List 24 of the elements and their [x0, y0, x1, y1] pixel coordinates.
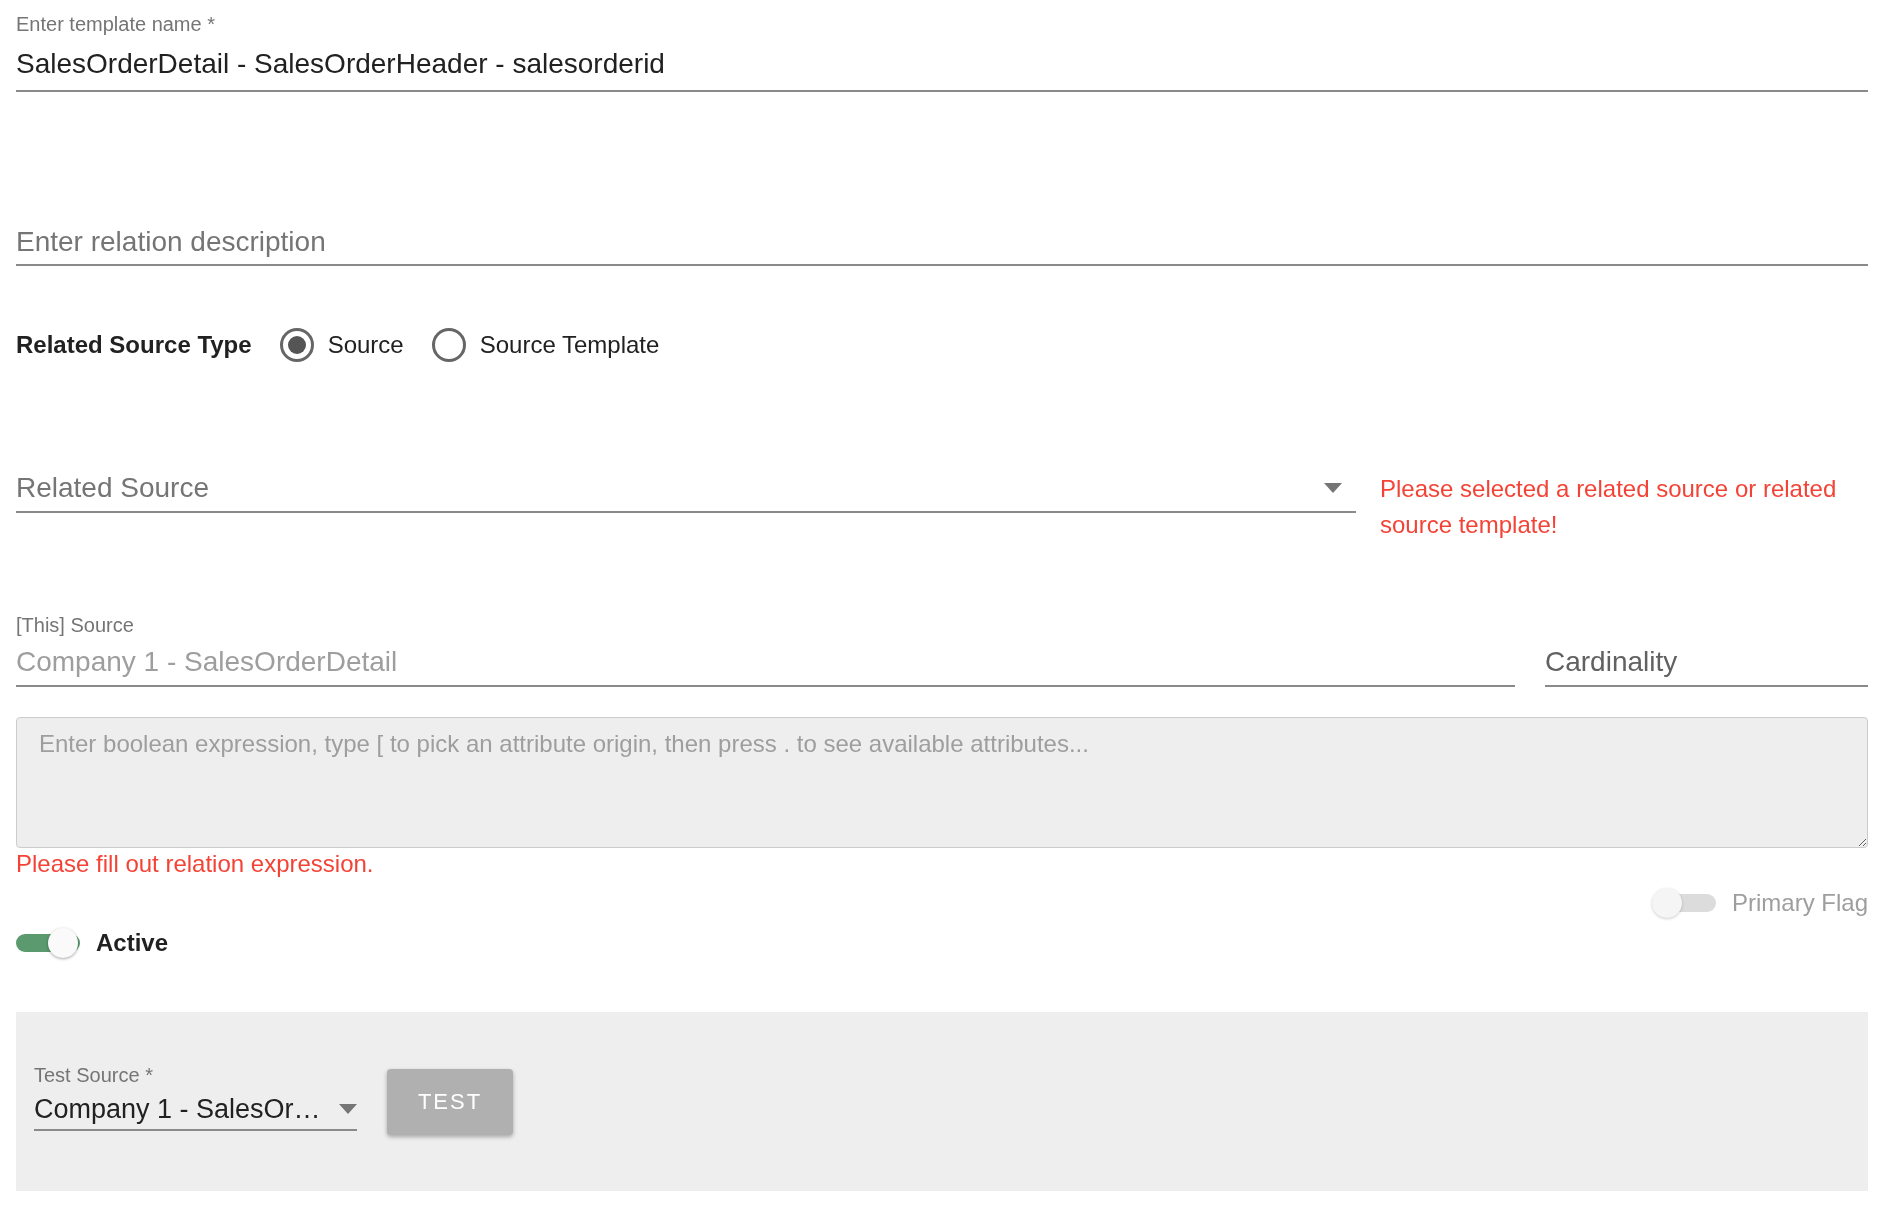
field-label: [This] Source	[16, 613, 135, 638]
expression-textarea[interactable]: Enter boolean expression, type [ to pick an attribute origin, then press . to see available attributes...	[16, 717, 1868, 848]
radio-label: Source Template	[479, 331, 660, 359]
radio-button[interactable]	[279, 328, 314, 362]
field-label: Test Source *	[34, 1063, 154, 1088]
radio-option[interactable]: Source Template	[431, 328, 660, 362]
error-message: Please selected a related source or related source template!	[1380, 474, 1838, 540]
dropdown-caret-icon	[1324, 483, 1342, 493]
this-source-input: Company 1 - SalesOrderDetail	[16, 639, 1515, 687]
dropdown-caret-icon	[339, 1104, 357, 1114]
cardinality-input[interactable]: Cardinality	[1545, 639, 1868, 687]
error-message: Please fill out relation expression.	[16, 849, 375, 879]
field-label: Enter template name *	[16, 12, 216, 37]
radio-option[interactable]: Source	[279, 328, 404, 362]
toggle-switch[interactable]	[16, 926, 80, 960]
radio-button[interactable]	[431, 328, 466, 362]
template-name-input[interactable]: SalesOrderDetail - SalesOrderHeader - salesorderid	[16, 38, 1868, 92]
switch-label: Primary Flag	[1731, 889, 1868, 917]
switch-label: Active	[96, 929, 169, 957]
test-source-select[interactable]: Company 1 - SalesOr…	[34, 1089, 357, 1131]
related-source-select[interactable]: Related Source	[16, 465, 1356, 513]
radio-label: Source	[327, 331, 404, 359]
description-input[interactable]: Enter relation description	[16, 220, 1868, 266]
field-label: Related Source Type	[16, 331, 252, 359]
